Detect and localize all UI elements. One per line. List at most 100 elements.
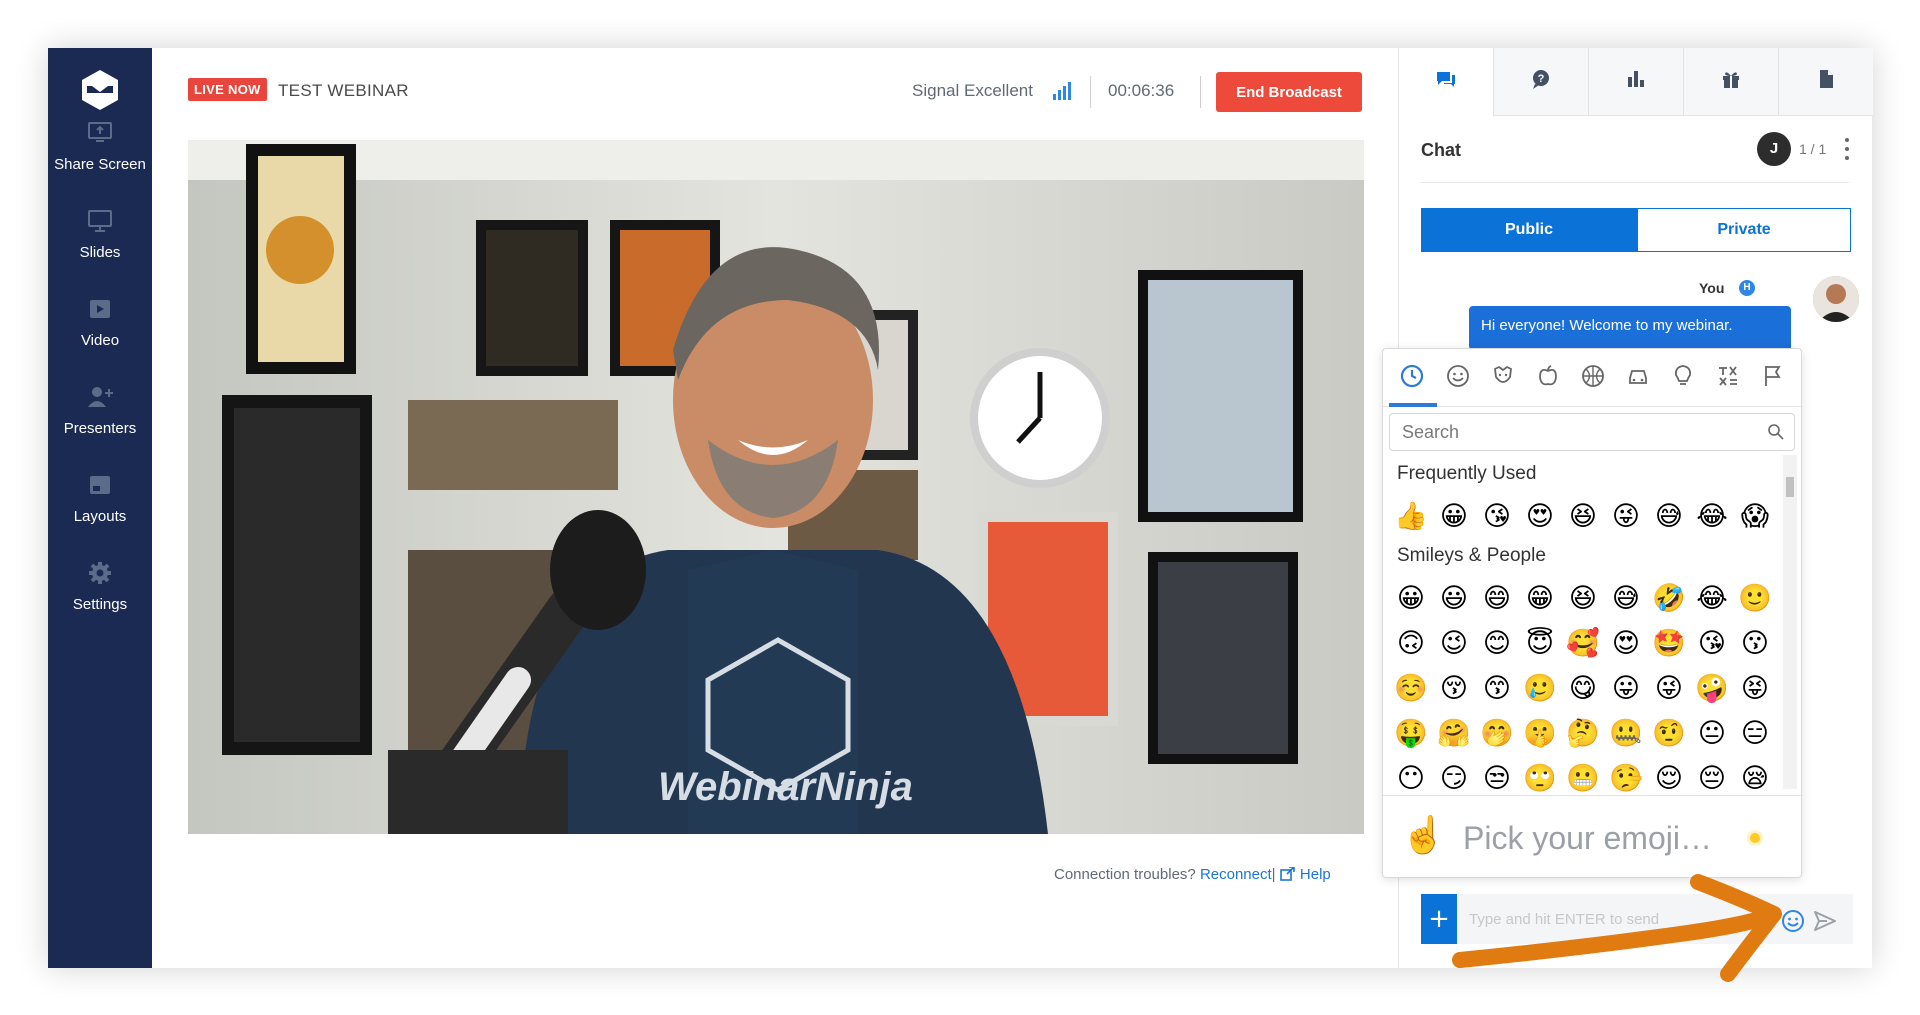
emoji[interactable]: 🤫 xyxy=(1520,714,1560,754)
emoji[interactable]: 🥰 xyxy=(1563,624,1603,664)
emoji[interactable]: 😆 xyxy=(1563,579,1603,619)
emoji[interactable]: 😃 xyxy=(1434,579,1474,619)
add-presenter-icon xyxy=(88,387,113,407)
emoji[interactable]: 🙄 xyxy=(1520,759,1560,793)
emoji[interactable]: 😜 xyxy=(1606,497,1646,537)
food-icon[interactable] xyxy=(1535,363,1561,389)
tab-handouts[interactable] xyxy=(1779,48,1874,116)
emoji[interactable]: 🤔 xyxy=(1563,714,1603,754)
emoji[interactable]: 😀 xyxy=(1434,497,1474,537)
emoji[interactable]: 😅 xyxy=(1649,497,1689,537)
emoji[interactable]: 😙 xyxy=(1477,669,1517,709)
attendee-avatar[interactable]: J xyxy=(1757,132,1791,166)
emoji[interactable]: 😘 xyxy=(1477,497,1517,537)
emoji[interactable]: 😋 xyxy=(1563,669,1603,709)
animals-icon[interactable] xyxy=(1490,363,1516,389)
send-icon[interactable] xyxy=(1812,908,1838,934)
emoji-row-smileys-1: 😀 😃 😄 😁 😆 😅 🤣 😂 🙂 xyxy=(1391,579,1791,619)
emoji[interactable]: 😒 xyxy=(1477,759,1517,793)
section-title-smileys: Smileys & People xyxy=(1397,545,1546,566)
emoji[interactable]: 🙂 xyxy=(1735,579,1775,619)
emoji[interactable]: 😪 xyxy=(1735,759,1775,793)
connection-troubles-text: Connection troubles? xyxy=(1054,866,1196,883)
emoji[interactable]: 😐 xyxy=(1692,714,1732,754)
sidebar-item-share-screen[interactable]: Share Screen xyxy=(48,120,152,173)
signal-bars-icon xyxy=(1053,82,1071,100)
emoji[interactable]: 😌 xyxy=(1649,759,1689,793)
emoji[interactable]: 😇 xyxy=(1520,624,1560,664)
emoji[interactable]: 🤗 xyxy=(1434,714,1474,754)
emoji[interactable]: 😂 xyxy=(1692,497,1732,537)
tab-offers[interactable] xyxy=(1684,48,1779,116)
help-link[interactable]: Help xyxy=(1300,866,1331,883)
flags-icon[interactable] xyxy=(1760,363,1786,389)
emoji[interactable]: 🤐 xyxy=(1606,714,1646,754)
emoji-scrollbar-thumb[interactable] xyxy=(1786,477,1794,497)
tab-polls[interactable] xyxy=(1589,48,1684,116)
emoji[interactable]: 😛 xyxy=(1606,669,1646,709)
sidebar-item-presenters[interactable]: Presenters xyxy=(48,384,152,437)
emoji-scrollbar[interactable] xyxy=(1783,455,1797,789)
emoji[interactable]: 😀 xyxy=(1391,579,1431,619)
emoji[interactable]: 🤣 xyxy=(1649,579,1689,619)
more-options-icon[interactable] xyxy=(1843,136,1851,162)
sidebar-item-label: Share Screen xyxy=(54,156,146,173)
emoji[interactable]: 😬 xyxy=(1563,759,1603,793)
sidebar-item-layouts[interactable]: Layouts xyxy=(48,472,152,525)
emoji[interactable]: 😘 xyxy=(1692,624,1732,664)
emoji[interactable]: 😁 xyxy=(1520,579,1560,619)
sidebar-item-label: Video xyxy=(80,332,120,349)
end-broadcast-button[interactable]: End Broadcast xyxy=(1216,72,1362,112)
emoji[interactable]: 🥲 xyxy=(1520,669,1560,709)
sidebar-item-label: Settings xyxy=(72,596,128,613)
emoji[interactable]: 😉 xyxy=(1434,624,1474,664)
public-chat-tab[interactable]: Public xyxy=(1421,208,1637,252)
emoji[interactable]: 😜 xyxy=(1649,669,1689,709)
emoji[interactable]: 😱 xyxy=(1735,497,1775,537)
emoji[interactable]: 😗 xyxy=(1735,624,1775,664)
travel-icon[interactable] xyxy=(1625,363,1651,389)
emoji[interactable]: 😝 xyxy=(1735,669,1775,709)
sidebar-item-label: Presenters xyxy=(63,420,137,437)
emoji[interactable]: ☺️ xyxy=(1391,669,1431,709)
presenter-video-image: WebinarNinja xyxy=(188,140,1364,834)
tab-questions[interactable]: ? xyxy=(1494,48,1589,116)
symbols-icon[interactable] xyxy=(1715,363,1741,389)
skin-tone-selector[interactable] xyxy=(1747,830,1763,846)
sidebar-item-video[interactable]: Video xyxy=(48,296,152,349)
emoji[interactable]: 😏 xyxy=(1434,759,1474,793)
preview-emoji: ☝️ xyxy=(1401,815,1446,856)
emoji[interactable]: 😊 xyxy=(1477,624,1517,664)
sidebar-item-settings[interactable]: Settings xyxy=(48,560,152,613)
emoji[interactable]: 🤩 xyxy=(1649,624,1689,664)
emoji[interactable]: 😑 xyxy=(1735,714,1775,754)
emoji[interactable]: 😶 xyxy=(1391,759,1431,793)
recent-icon[interactable] xyxy=(1399,363,1425,389)
emoji[interactable]: 🤥 xyxy=(1606,759,1646,793)
emoji[interactable]: 👍 xyxy=(1391,497,1431,537)
emoji[interactable]: 😍 xyxy=(1520,497,1560,537)
smileys-icon[interactable] xyxy=(1445,363,1471,389)
objects-icon[interactable] xyxy=(1670,363,1696,389)
emoji[interactable]: 😄 xyxy=(1477,579,1517,619)
tab-chat[interactable] xyxy=(1399,48,1494,116)
emoji[interactable]: 😆 xyxy=(1563,497,1603,537)
emoji[interactable]: 😚 xyxy=(1434,669,1474,709)
emoji[interactable]: 🤨 xyxy=(1649,714,1689,754)
emoji[interactable]: 🤭 xyxy=(1477,714,1517,754)
reconnect-link[interactable]: Reconnect xyxy=(1200,866,1272,883)
emoji-search-input[interactable] xyxy=(1389,413,1795,451)
emoji[interactable]: 😍 xyxy=(1606,624,1646,664)
message-author: You xyxy=(1699,280,1725,296)
sidebar-item-slides[interactable]: Slides xyxy=(48,208,152,261)
emoji[interactable]: 😔 xyxy=(1692,759,1732,793)
emoji-row-smileys-3: ☺️ 😚 😙 🥲 😋 😛 😜 🤪 😝 xyxy=(1391,669,1791,709)
emoji[interactable]: 😅 xyxy=(1606,579,1646,619)
emoji[interactable]: 🙃 xyxy=(1391,624,1431,664)
private-chat-tab[interactable]: Private xyxy=(1637,208,1851,252)
emoji[interactable]: 🤪 xyxy=(1692,669,1732,709)
activity-icon[interactable] xyxy=(1580,363,1606,389)
slides-icon xyxy=(88,210,112,232)
emoji[interactable]: 🤑 xyxy=(1391,714,1431,754)
emoji[interactable]: 😂 xyxy=(1692,579,1732,619)
